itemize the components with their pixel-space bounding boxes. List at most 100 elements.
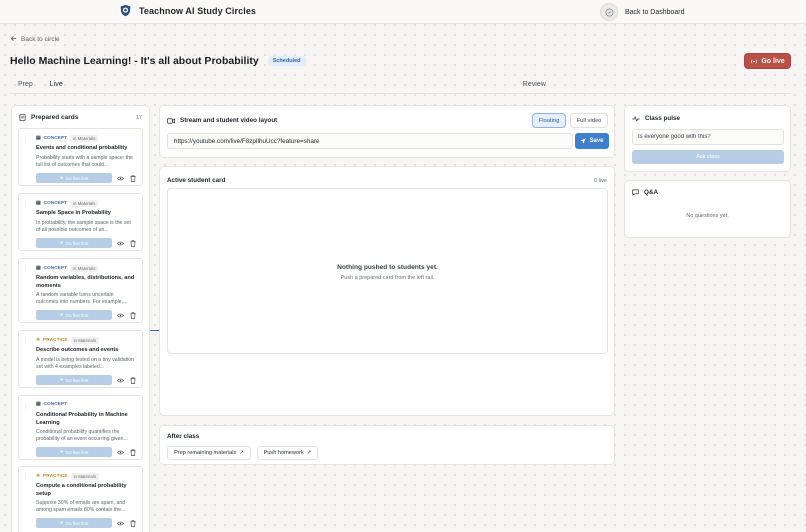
arrow-left-icon	[10, 35, 17, 44]
go-live-first-label: Go live first	[65, 520, 89, 526]
card-actions: ➤ Go live first	[36, 238, 136, 248]
page-header: Hello Machine Learning! - It's all about…	[10, 55, 306, 67]
push-homework-label: Push homework	[263, 450, 304, 456]
eye-icon[interactable]	[117, 175, 125, 182]
go-live-first-button[interactable]: ➤ Go live first	[36, 375, 113, 385]
card-source: in Materials	[70, 200, 99, 207]
trash-icon[interactable]	[129, 376, 136, 384]
trash-icon[interactable]	[129, 311, 136, 319]
drag-handle-icon[interactable]: ⋮ ⋮	[23, 137, 28, 145]
prepared-card[interactable]: ⋮ ⋮ ▤ CONCEPT in Materials Random variabl…	[18, 258, 143, 323]
card-kind: CONCEPT	[43, 201, 67, 206]
card-source: in Materials	[70, 265, 99, 272]
prepared-cards-count: 17	[135, 115, 142, 121]
eye-icon[interactable]	[117, 377, 125, 384]
trash-icon[interactable]	[129, 174, 136, 182]
card-kind: PRACTICE	[43, 474, 68, 479]
layout-floating-button[interactable]: Floating	[532, 113, 566, 128]
drag-handle-icon[interactable]: ⋮ ⋮	[23, 202, 28, 210]
brand[interactable]: Teachnow AI Study Circles	[119, 4, 256, 17]
go-live-first-label: Go live first	[65, 449, 89, 455]
pulse-icon	[632, 115, 640, 122]
card-actions: ➤ Go live first	[36, 447, 136, 457]
card-description: Conditional probability quantifies the p…	[36, 429, 128, 443]
drag-handle-icon[interactable]: ⋮ ⋮	[23, 267, 28, 275]
after-class-panel: After class Prep remaining materials ↗ P…	[159, 425, 615, 465]
top-bar: Teachnow AI Study Circles Back to Dashbo…	[0, 0, 806, 24]
send-icon	[580, 138, 587, 144]
practice-icon: ✳	[36, 474, 41, 479]
send-icon: ➤	[59, 520, 64, 525]
back-label: Back to circle	[21, 36, 60, 43]
drag-handle-icon[interactable]: ⋮ ⋮	[23, 404, 28, 412]
prep-remaining-button[interactable]: Prep remaining materials ↗	[167, 446, 251, 460]
card-source: in Materials	[70, 337, 100, 344]
go-live-first-button[interactable]: ➤ Go live first	[36, 173, 113, 183]
go-live-first-button[interactable]: ➤ Go live first	[36, 447, 113, 457]
external-link-icon: ↗	[306, 450, 312, 456]
trash-icon[interactable]	[129, 519, 136, 527]
eye-icon[interactable]	[117, 520, 125, 527]
concept-icon: ▤	[36, 402, 41, 407]
save-label: Save	[589, 138, 604, 144]
go-live-first-label: Go live first	[65, 312, 89, 318]
external-link-icon: ↗	[239, 450, 244, 456]
drag-handle-icon[interactable]: ⋮ ⋮	[23, 475, 28, 483]
go-live-first-button[interactable]: ➤ Go live first	[36, 518, 113, 528]
prepared-card[interactable]: ⋮ ⋮ ✳ PRACTICE in Materials Describe outc…	[18, 330, 143, 388]
live-count: 0 live	[594, 178, 607, 184]
eye-icon[interactable]	[117, 312, 125, 319]
card-description: In probability, the sample space is the …	[36, 220, 131, 234]
practice-icon: ✳	[36, 338, 41, 343]
card-meta: ▤ CONCEPT in Materials	[36, 265, 99, 272]
prepared-card[interactable]: ⋮ ⋮ ▤ CONCEPT in Materials Sample Space i…	[18, 193, 143, 251]
tabs-divider	[10, 93, 791, 94]
card-title: Compute a conditional probability setup	[36, 483, 127, 497]
card-title: Describe outcomes and events	[36, 347, 119, 353]
go-live-first-label: Go live first	[65, 240, 89, 246]
card-meta: ✳ PRACTICE in Materials	[36, 473, 100, 480]
stream-url-input[interactable]	[167, 133, 573, 149]
push-homework-button[interactable]: Push homework ↗	[257, 446, 318, 460]
prepared-card[interactable]: ⋮ ⋮ ✳ PRACTICE in Materials Compute a con…	[18, 466, 143, 532]
back-to-dashboard[interactable]: Back to Dashboard	[600, 3, 685, 21]
layout-full-video-button[interactable]: Full video	[570, 113, 608, 128]
stream-layout-panel: Stream and student video layout Floating…	[159, 105, 615, 158]
concept-icon: ▤	[36, 136, 41, 141]
empty-state-subtitle: Push a prepared card from the left rail.	[340, 275, 435, 281]
drag-handle-icon[interactable]: ⋮ ⋮	[23, 339, 28, 347]
pulse-question-input[interactable]	[632, 129, 784, 145]
eye-icon[interactable]	[117, 240, 125, 247]
concept-icon: ▤	[36, 266, 41, 271]
go-live-first-button[interactable]: ➤ Go live first	[36, 238, 113, 248]
card-meta: ▤ CONCEPT in Materials	[36, 200, 99, 207]
card-description: A random variable turns uncertain outcom…	[36, 292, 128, 306]
save-stream-button[interactable]: Save	[575, 133, 609, 149]
card-meta: ▤ CONCEPT	[36, 402, 67, 407]
card-actions: ➤ Go live first	[36, 375, 136, 385]
card-kind: PRACTICE	[43, 338, 68, 343]
send-icon: ➤	[59, 240, 64, 245]
send-icon: ➤	[59, 449, 64, 454]
trash-icon[interactable]	[129, 239, 136, 247]
prepared-cards-panel: Prepared cards 17 ⋮ ⋮ ▤ CONCEPT in Materi…	[11, 105, 150, 532]
ask-class-button[interactable]: Ask class	[632, 150, 784, 164]
card-kind: CONCEPT	[43, 402, 67, 407]
trash-icon[interactable]	[129, 448, 136, 456]
go-live-first-label: Go live first	[65, 377, 89, 383]
after-class-title: After class	[167, 433, 200, 440]
card-title: Sample Space in Probability	[36, 210, 111, 216]
go-live-label: Go live	[761, 57, 785, 65]
card-kind: CONCEPT	[43, 136, 67, 141]
go-live-first-button[interactable]: ➤ Go live first	[36, 310, 113, 320]
card-actions: ➤ Go live first	[36, 173, 136, 183]
go-live-button[interactable]: Go live	[744, 53, 791, 69]
brand-name: Teachnow AI Study Circles	[139, 5, 257, 16]
prepared-card[interactable]: ⋮ ⋮ ▤ CONCEPT in Materials Events and con…	[18, 128, 143, 186]
back-to-circle-link[interactable]: Back to circle	[10, 35, 60, 44]
prepared-cards-title: Prepared cards	[31, 114, 79, 121]
eye-icon[interactable]	[117, 449, 125, 456]
prepared-cards-header: Prepared cards	[19, 114, 78, 121]
prepared-card[interactable]: ⋮ ⋮ ▤ CONCEPT Conditional Probability in …	[18, 395, 143, 460]
card-description: Probability starts with a sample space: …	[36, 155, 133, 169]
